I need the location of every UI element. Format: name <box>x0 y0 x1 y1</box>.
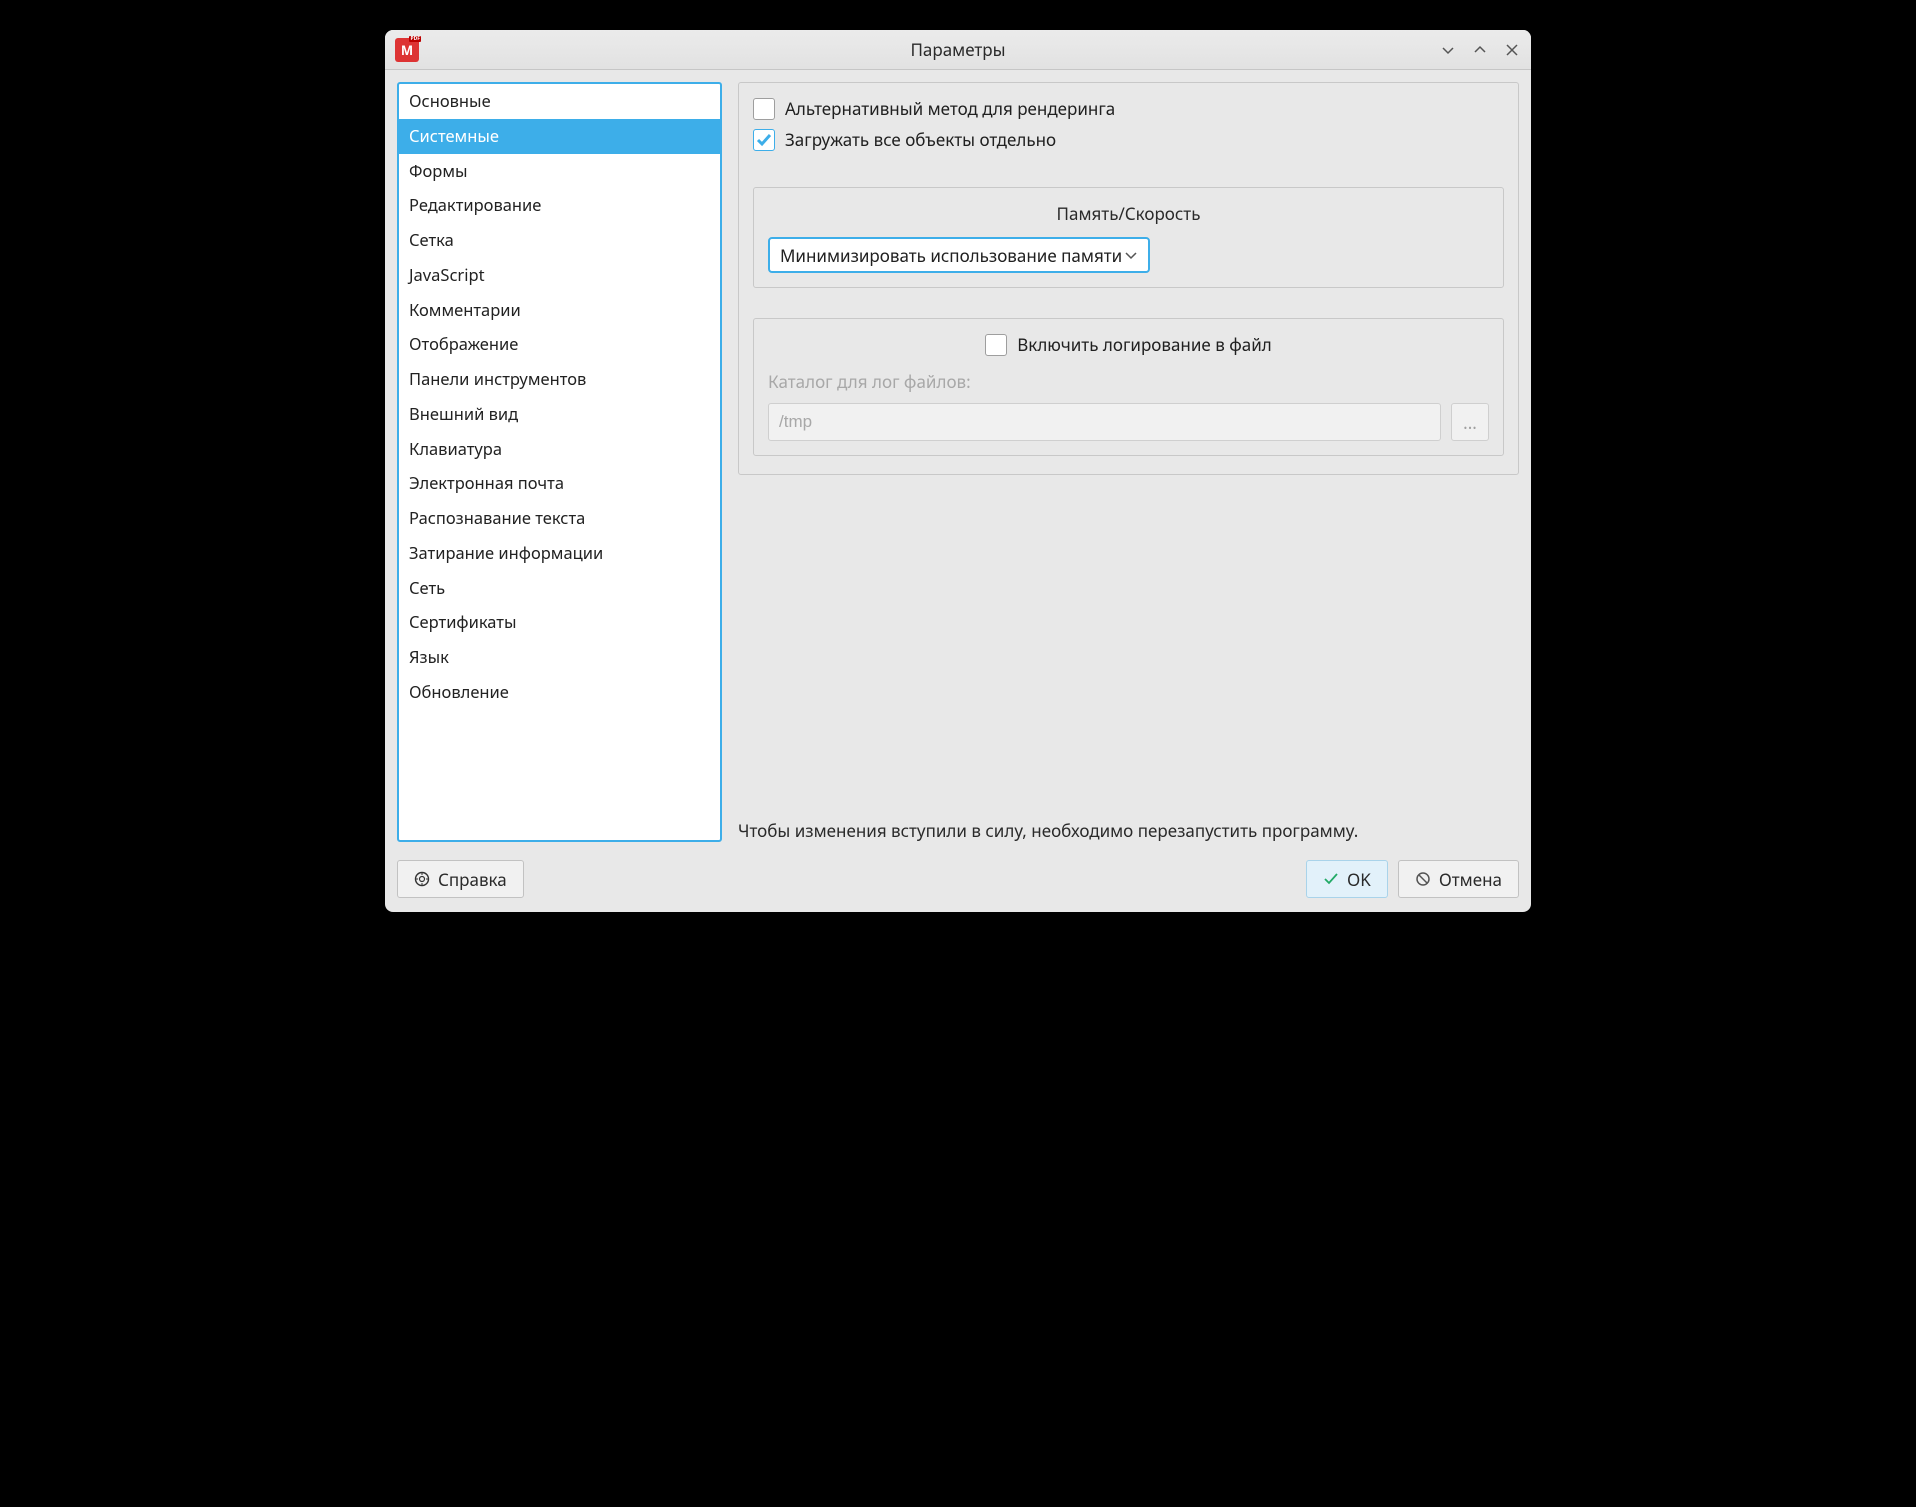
alt-render-label: Альтернативный метод для рендеринга <box>785 97 1115 120</box>
sidebar-item-comments[interactable]: Комментарии <box>399 293 720 328</box>
logging-checkbox[interactable] <box>985 334 1007 356</box>
load-separately-label: Загружать все объекты отдельно <box>785 128 1056 151</box>
cancel-button[interactable]: Отмена <box>1398 860 1519 898</box>
help-button-label: Справка <box>438 868 507 891</box>
check-icon <box>756 132 772 148</box>
sidebar-item-editing[interactable]: Редактирование <box>399 188 720 223</box>
dialog-body: Основные Системные Формы Редактирование … <box>385 70 1531 854</box>
sidebar-item-forms[interactable]: Формы <box>399 154 720 189</box>
check-icon <box>1323 871 1339 887</box>
settings-window: M Параметры Основные Системные Формы Ред… <box>385 30 1531 912</box>
close-icon <box>1505 43 1519 57</box>
sidebar-item-general[interactable]: Основные <box>399 84 720 119</box>
load-separately-checkbox[interactable] <box>753 129 775 151</box>
restart-note: Чтобы изменения вступили в силу, необход… <box>738 799 1519 842</box>
sidebar-item-javascript[interactable]: JavaScript <box>399 258 720 293</box>
log-dir-label: Каталог для лог файлов: <box>768 370 1489 393</box>
close-button[interactable] <box>1503 41 1521 59</box>
sidebar-item-certificates[interactable]: Сертификаты <box>399 605 720 640</box>
sidebar-item-update[interactable]: Обновление <box>399 675 720 710</box>
dialog-footer: Справка OK Отмена <box>385 854 1531 912</box>
settings-panel: Альтернативный метод для рендеринга Загр… <box>738 82 1519 842</box>
alt-render-row: Альтернативный метод для рендеринга <box>753 97 1504 120</box>
chevron-down-icon <box>1441 43 1455 57</box>
memory-mode-select[interactable]: Минимизировать использование памяти <box>768 237 1150 273</box>
logging-checkbox-label: Включить логирование в файл <box>1017 333 1272 356</box>
ok-button[interactable]: OK <box>1306 860 1388 898</box>
sidebar-item-language[interactable]: Язык <box>399 640 720 675</box>
load-separately-row: Загружать все объекты отдельно <box>753 128 1504 151</box>
alt-render-checkbox[interactable] <box>753 98 775 120</box>
logging-group: Включить логирование в файл Каталог для … <box>753 318 1504 456</box>
memory-group: Память/Скорость Минимизировать использов… <box>753 187 1504 288</box>
category-sidebar: Основные Системные Формы Редактирование … <box>397 82 722 842</box>
sidebar-item-appearance[interactable]: Внешний вид <box>399 397 720 432</box>
log-dir-row: ... <box>768 403 1489 441</box>
sidebar-item-grid[interactable]: Сетка <box>399 223 720 258</box>
sidebar-item-network[interactable]: Сеть <box>399 571 720 606</box>
ok-button-label: OK <box>1347 868 1371 891</box>
sidebar-item-keyboard[interactable]: Клавиатура <box>399 432 720 467</box>
chevron-down-icon <box>1124 244 1138 267</box>
logging-enable-row: Включить логирование в файл <box>768 333 1489 356</box>
sidebar-item-system[interactable]: Системные <box>399 119 720 154</box>
window-controls <box>1439 41 1521 59</box>
memory-group-title: Память/Скорость <box>768 202 1489 225</box>
titlebar: M Параметры <box>385 30 1531 70</box>
cancel-icon <box>1415 871 1431 887</box>
app-icon: M <box>395 38 419 62</box>
minimize-button[interactable] <box>1439 41 1457 59</box>
maximize-button[interactable] <box>1471 41 1489 59</box>
render-options-group: Альтернативный метод для рендеринга Загр… <box>738 82 1519 475</box>
cancel-button-label: Отмена <box>1439 868 1502 891</box>
chevron-up-icon <box>1473 43 1487 57</box>
help-icon <box>414 871 430 887</box>
sidebar-item-display[interactable]: Отображение <box>399 327 720 362</box>
memory-mode-value: Минимизировать использование памяти <box>780 244 1122 267</box>
log-dir-input[interactable] <box>768 403 1441 441</box>
sidebar-item-email[interactable]: Электронная почта <box>399 466 720 501</box>
sidebar-item-toolbars[interactable]: Панели инструментов <box>399 362 720 397</box>
help-button[interactable]: Справка <box>397 860 524 898</box>
browse-log-dir-button[interactable]: ... <box>1451 403 1489 441</box>
window-title: Параметры <box>910 38 1005 61</box>
sidebar-item-redaction[interactable]: Затирание информации <box>399 536 720 571</box>
sidebar-item-ocr[interactable]: Распознавание текста <box>399 501 720 536</box>
